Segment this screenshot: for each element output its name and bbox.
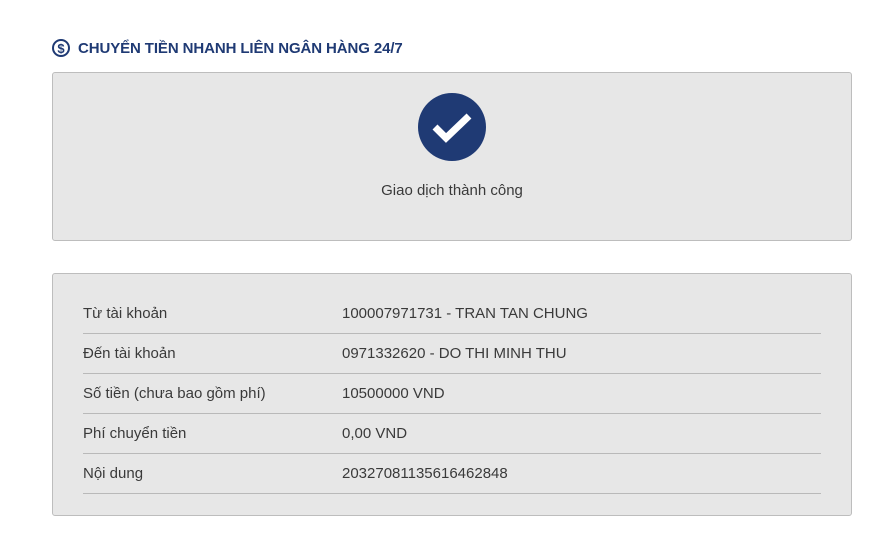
detail-label: Từ tài khoản [83, 305, 168, 322]
detail-label: Nội dung [83, 465, 144, 482]
detail-label: Đến tài khoản [83, 345, 176, 362]
page-title: CHUYỂN TIỀN NHANH LIÊN NGÂN HÀNG 24/7 [78, 39, 403, 57]
detail-value: 20327081135616462848 [342, 465, 508, 482]
detail-value: 0,00 VND [342, 425, 408, 442]
status-panel: Giao dịch thành công [52, 72, 852, 241]
page-header: $ CHUYỂN TIỀN NHANH LIÊN NGÂN HÀNG 24/7 [52, 39, 403, 57]
detail-value: 100007971731 - TRAN TAN CHUNG [342, 305, 588, 322]
dollar-circle-icon: $ [52, 39, 70, 57]
detail-row-content: Nội dung 20327081135616462848 [83, 454, 821, 494]
detail-row-from-account: Từ tài khoản 100007971731 - TRAN TAN CHU… [83, 294, 821, 334]
detail-row-to-account: Đến tài khoản 0971332620 - DO THI MINH T… [83, 334, 821, 374]
detail-label: Phí chuyển tiền [83, 425, 187, 442]
details-list: Từ tài khoản 100007971731 - TRAN TAN CHU… [83, 294, 821, 494]
detail-value: 0971332620 - DO THI MINH THU [342, 345, 567, 362]
detail-value: 10500000 VND [342, 385, 445, 402]
check-circle-icon [418, 93, 486, 161]
detail-row-fee: Phí chuyển tiền 0,00 VND [83, 414, 821, 454]
detail-label: Số tiền (chưa bao gồm phí) [83, 385, 266, 402]
status-message: Giao dịch thành công [381, 182, 523, 199]
detail-row-amount: Số tiền (chưa bao gồm phí) 10500000 VND [83, 374, 821, 414]
transaction-details-panel: Từ tài khoản 100007971731 - TRAN TAN CHU… [52, 273, 852, 516]
